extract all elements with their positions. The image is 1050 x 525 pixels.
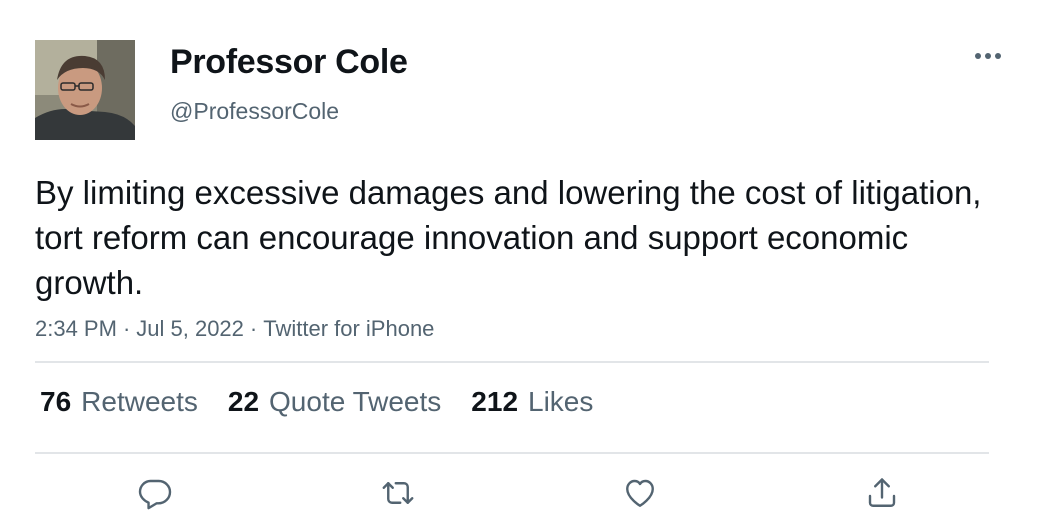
reply-button[interactable]	[132, 470, 178, 516]
likes-label: Likes	[528, 386, 594, 417]
likes-stat[interactable]: 212 Likes	[471, 386, 593, 418]
quote-tweets-count: 22	[227, 386, 260, 417]
reply-icon	[138, 479, 172, 510]
tweet-source[interactable]: Twitter for iPhone	[263, 316, 434, 341]
divider	[35, 452, 989, 454]
quote-tweets-label: Quote Tweets	[269, 386, 442, 417]
tweet-metadata: 2:34 PM · Jul 5, 2022 · Twitter for iPhone	[35, 316, 434, 342]
avatar[interactable]	[35, 40, 135, 140]
more-options-button[interactable]	[966, 42, 1010, 70]
action-bar	[0, 470, 1050, 520]
share-button[interactable]	[859, 470, 905, 516]
quote-tweets-stat[interactable]: 22 Quote Tweets	[228, 386, 441, 418]
tweet-card: Professor Cole @ProfessorCole By limitin…	[0, 0, 1050, 525]
retweet-button[interactable]	[375, 470, 421, 516]
tweet-text: By limiting excessive damages and loweri…	[35, 174, 982, 301]
avatar-photo	[35, 40, 135, 140]
more-icon	[975, 53, 1001, 59]
display-name[interactable]: Professor Cole	[170, 43, 408, 82]
retweets-label: Retweets	[81, 386, 198, 417]
divider	[35, 361, 989, 363]
retweets-stat[interactable]: 76 Retweets	[40, 386, 198, 418]
heart-icon	[626, 479, 654, 507]
engagement-stats: 76 Retweets 22 Quote Tweets 212 Likes	[40, 386, 623, 418]
user-handle[interactable]: @ProfessorCole	[170, 98, 339, 125]
meta-separator: ·	[122, 316, 131, 341]
like-button[interactable]	[617, 470, 663, 516]
share-icon	[868, 478, 896, 507]
likes-count: 212	[471, 386, 519, 417]
retweet-icon	[382, 482, 414, 504]
retweets-count: 76	[40, 386, 72, 417]
tweet-time[interactable]: 2:34 PM	[35, 316, 117, 341]
meta-separator: ·	[249, 316, 258, 341]
tweet-date[interactable]: Jul 5, 2022	[136, 316, 244, 341]
